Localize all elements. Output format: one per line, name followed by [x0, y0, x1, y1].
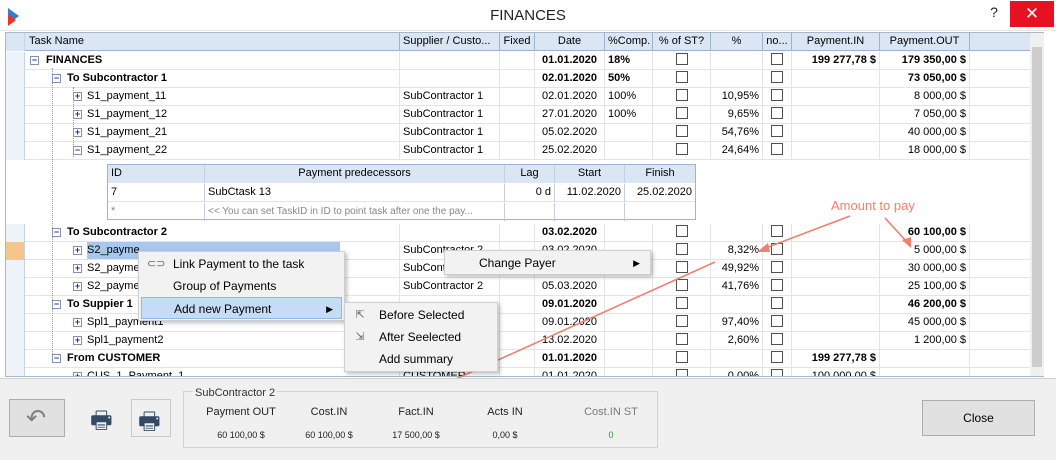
menu-item-label: Change Payer	[479, 256, 556, 270]
menu-item-group-payments[interactable]: Group of Payments	[141, 275, 342, 297]
menu-item-add-summary[interactable]: Add summary	[347, 348, 495, 370]
close-button[interactable]: Close	[922, 400, 1035, 436]
print-preview-icon: 🖶	[138, 408, 161, 435]
menu-item-change-payer[interactable]: Change Payer ▶	[447, 252, 648, 274]
summary-label-cost-in: Cost.IN	[310, 406, 348, 418]
menu-item-label: Link Payment to the task	[173, 257, 305, 271]
context-menu: ⊂⊃ Link Payment to the task Group of Pay…	[138, 251, 345, 321]
menu-item-link-payment[interactable]: ⊂⊃ Link Payment to the task	[141, 253, 342, 275]
insert-after-icon: ⇲	[355, 331, 365, 343]
menu-item-label: Add summary	[379, 352, 454, 366]
printer-icon: 🖶	[90, 407, 113, 434]
summary-value-cost-in-st: 0	[608, 430, 614, 440]
payer-menu: Change Payer ▶	[444, 250, 651, 275]
insert-before-icon: ⇱	[355, 309, 365, 321]
submenu-arrow-icon: ▶	[326, 304, 333, 314]
arrow-line	[884, 217, 908, 243]
summary-value-acts-in: 0,00 $	[492, 430, 518, 440]
menu-item-label: After Seelected	[379, 330, 462, 344]
link-icon: ⊂⊃	[147, 258, 166, 270]
summary-box: SubContractor 2 Payment OUT Cost.IN Fact…	[183, 387, 658, 448]
summary-label-fact-in: Fact.IN	[398, 406, 434, 418]
undo-icon: ↶	[26, 405, 47, 432]
summary-label-payment-out: Payment OUT	[206, 406, 276, 418]
arrow-line	[762, 215, 851, 250]
summary-value-fact-in: 17 500,00 $	[392, 430, 440, 440]
submenu-add-payment: ⇱ Before Selected ⇲ After Seelected Add …	[344, 302, 498, 372]
print-button[interactable]: 🖶	[84, 399, 124, 437]
print-preview-button[interactable]: 🖶	[131, 399, 171, 437]
bottom-panel: ↶ 🖶 🖶 SubContractor 2 Payment OUT Cost.I…	[0, 378, 1056, 460]
undo-button[interactable]: ↶	[9, 399, 65, 437]
menu-item-label: Group of Payments	[173, 279, 277, 293]
menu-item-label: Add new Payment	[174, 302, 272, 316]
summary-value-payment-out: 60 100,00 $	[217, 430, 265, 440]
menu-item-label: Before Selected	[379, 308, 465, 322]
submenu-arrow-icon: ▶	[633, 258, 640, 268]
menu-item-add-new-payment[interactable]: Add new Payment ▶	[141, 297, 342, 319]
summary-label-acts-in: Acts IN	[487, 406, 523, 418]
summary-label-cost-in-st: Cost.IN ST	[584, 406, 638, 418]
summary-title: SubContractor 2	[193, 387, 278, 399]
arrow-head	[757, 243, 770, 252]
summary-value-cost-in: 60 100,00 $	[305, 430, 353, 440]
menu-item-after-selected[interactable]: ⇲ After Seelected	[347, 326, 495, 348]
menu-item-before-selected[interactable]: ⇱ Before Selected	[347, 304, 495, 326]
